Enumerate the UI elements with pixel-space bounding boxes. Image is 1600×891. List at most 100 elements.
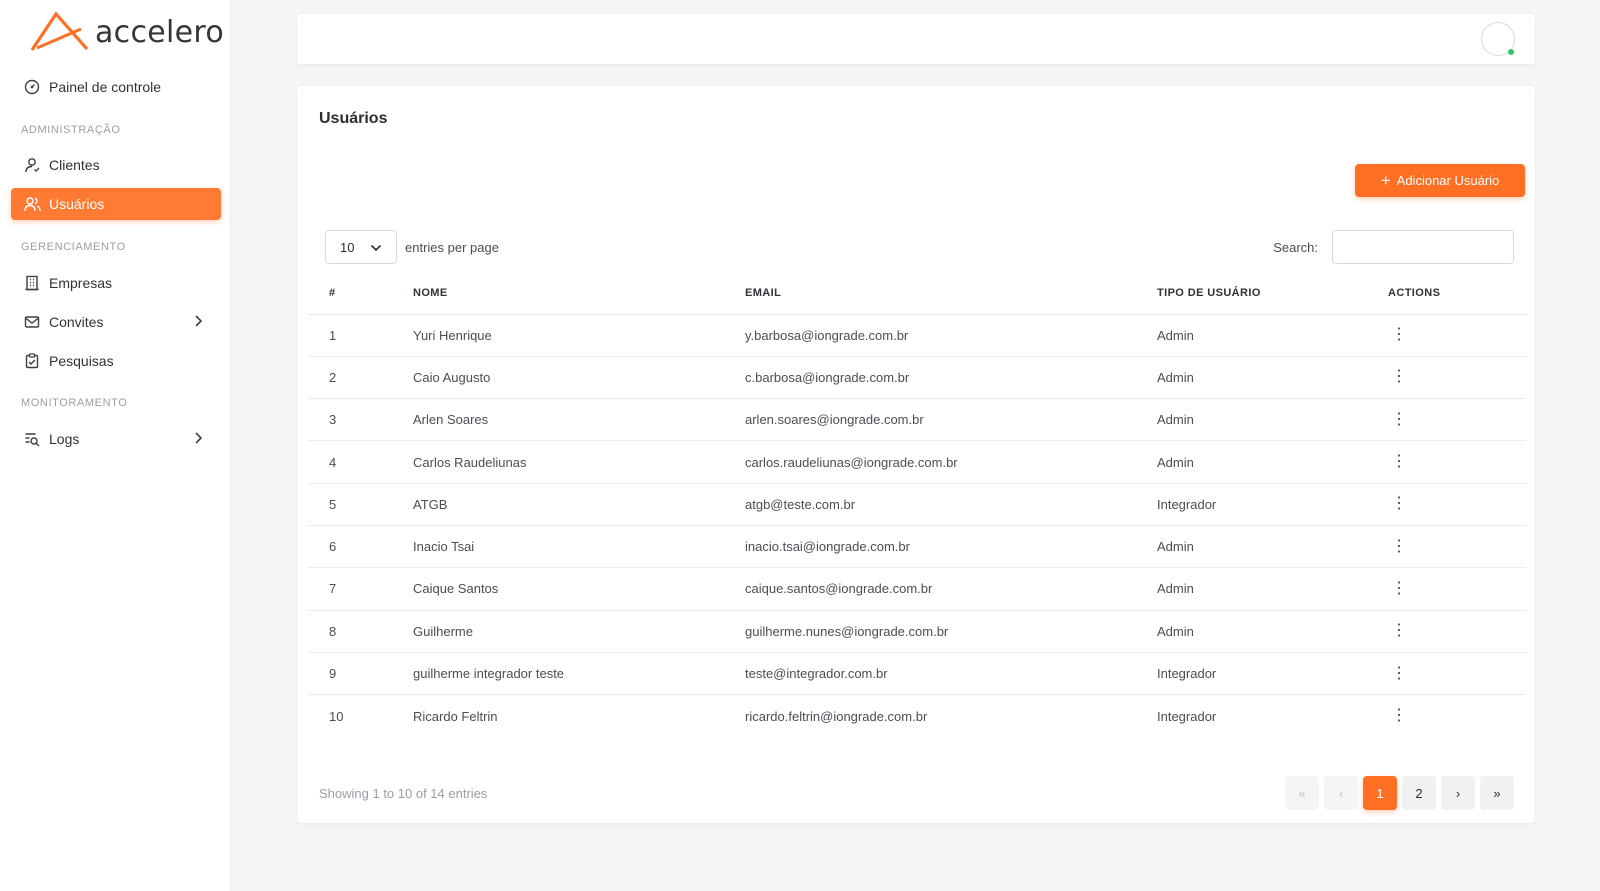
cell-actions: ⋮ bbox=[1388, 652, 1526, 696]
sidebar-item-usuarios[interactable]: Usuários bbox=[11, 188, 221, 220]
cell-actions: ⋮ bbox=[1388, 483, 1526, 526]
sidebar-item-clientes[interactable]: Clientes bbox=[11, 149, 221, 181]
sidebar-item-convites[interactable]: Convites bbox=[11, 306, 221, 338]
prev-page-button[interactable]: ‹ bbox=[1324, 776, 1358, 810]
sidebar-item-logs[interactable]: Logs bbox=[11, 423, 221, 455]
chevron-down-icon bbox=[370, 240, 382, 255]
cell-actions: ⋮ bbox=[1388, 356, 1526, 400]
cell-name: Carlos Raudeliunas bbox=[413, 440, 745, 484]
users-table: # NOME EMAIL TIPO DE USUÁRIO ACTIONS 1 Y… bbox=[308, 287, 1526, 737]
clipboard-check-icon bbox=[23, 352, 41, 370]
next-page-button[interactable]: › bbox=[1441, 776, 1475, 810]
cell-actions: ⋮ bbox=[1388, 314, 1526, 357]
sidebar-item-label: Empresas bbox=[49, 275, 113, 291]
more-vertical-icon[interactable]: ⋮ bbox=[1389, 454, 1409, 470]
more-vertical-icon[interactable]: ⋮ bbox=[1389, 538, 1409, 555]
cell-id: 2 bbox=[308, 356, 413, 400]
log-search-icon bbox=[23, 430, 41, 448]
chevron-right-icon bbox=[193, 431, 203, 448]
table-row: 4 Carlos Raudeliunas carlos.raudeliunas@… bbox=[308, 440, 1526, 484]
cell-email: atgb@teste.com.br bbox=[745, 483, 1157, 526]
cell-type: Integrador bbox=[1157, 483, 1388, 526]
column-header-email[interactable]: EMAIL bbox=[745, 287, 1157, 315]
table-row: 1 Yuri Henrique y.barbosa@iongrade.com.b… bbox=[308, 314, 1526, 357]
table-row: 5 ATGB atgb@teste.com.br Integrador ⋮ bbox=[308, 483, 1526, 526]
cell-id: 9 bbox=[308, 652, 413, 696]
users-card: Usuários + Adicionar Usuário 10 entries … bbox=[297, 86, 1535, 823]
sidebar-item-dashboard[interactable]: Painel de controle bbox=[11, 71, 221, 103]
sidebar-item-label: Painel de controle bbox=[49, 79, 162, 95]
avatar[interactable] bbox=[1479, 22, 1515, 58]
sidebar-item-label: Pesquisas bbox=[49, 353, 114, 369]
table-row: 10 Ricardo Feltrin ricardo.feltrin@iongr… bbox=[308, 695, 1526, 737]
add-user-button[interactable]: + Adicionar Usuário bbox=[1355, 164, 1525, 197]
table-row: 3 Arlen Soares arlen.soares@iongrade.com… bbox=[308, 398, 1526, 442]
logo[interactable]: accelero bbox=[29, 10, 224, 54]
user-icon bbox=[23, 156, 41, 174]
table-header-row: # NOME EMAIL TIPO DE USUÁRIO ACTIONS bbox=[308, 287, 1526, 315]
cell-id: 8 bbox=[308, 610, 413, 653]
cell-id: 10 bbox=[329, 708, 344, 724]
cell-type: Admin bbox=[1157, 567, 1388, 611]
page-button-2[interactable]: 2 bbox=[1402, 776, 1436, 810]
add-user-button-label: Adicionar Usuário bbox=[1396, 173, 1500, 188]
cell-name: Yuri Henrique bbox=[413, 314, 745, 357]
cell-id: 7 bbox=[308, 567, 413, 611]
search-input[interactable] bbox=[1332, 230, 1514, 264]
cell-email: teste@integrador.com.br bbox=[745, 652, 1157, 696]
cell-type: Admin bbox=[1157, 610, 1388, 653]
sidebar-item-empresas[interactable]: Empresas bbox=[11, 267, 221, 299]
cell-actions: ⋮ bbox=[1388, 695, 1526, 737]
last-page-button[interactable]: » bbox=[1480, 776, 1514, 810]
table-row: 8 Guilherme guilherme.nunes@iongrade.com… bbox=[308, 610, 1526, 653]
cell-actions: ⋮ bbox=[1388, 567, 1526, 611]
cell-id: 5 bbox=[308, 483, 413, 526]
mail-icon bbox=[23, 313, 41, 331]
accelero-logo-icon bbox=[30, 11, 89, 51]
cell-type: Admin bbox=[1157, 398, 1388, 442]
users-icon bbox=[23, 195, 41, 213]
sidebar-item-pesquisas[interactable]: Pesquisas bbox=[11, 345, 221, 377]
cell-actions: ⋮ bbox=[1388, 440, 1526, 484]
cell-email: ricardo.feltrin@iongrade.com.br bbox=[745, 708, 928, 724]
cell-id: 1 bbox=[308, 314, 413, 357]
more-vertical-icon[interactable]: ⋮ bbox=[1389, 327, 1409, 343]
entries-info: Showing 1 to 10 of 14 entries bbox=[319, 786, 488, 801]
column-header-nome[interactable]: NOME bbox=[413, 287, 745, 315]
cell-name: ATGB bbox=[413, 483, 745, 526]
more-vertical-icon[interactable]: ⋮ bbox=[1389, 580, 1409, 597]
column-header-id[interactable]: # bbox=[308, 287, 413, 315]
search-label: Search: bbox=[1273, 239, 1318, 255]
cell-id: 6 bbox=[308, 525, 413, 569]
cell-email: inacio.tsai@iongrade.com.br bbox=[745, 525, 1157, 569]
more-vertical-icon[interactable]: ⋮ bbox=[1389, 708, 1409, 724]
more-vertical-icon[interactable]: ⋮ bbox=[1389, 369, 1409, 385]
section-label-monitoramento: MONITORAMENTO bbox=[21, 397, 128, 409]
entries-per-page: 10 entries per page bbox=[325, 230, 499, 264]
more-vertical-icon[interactable]: ⋮ bbox=[1389, 665, 1409, 682]
logo-text: accelero bbox=[95, 14, 225, 50]
cell-actions: ⋮ bbox=[1388, 398, 1526, 442]
more-vertical-icon[interactable]: ⋮ bbox=[1389, 411, 1409, 428]
cell-type: Admin bbox=[1157, 525, 1388, 569]
first-page-button[interactable]: « bbox=[1285, 776, 1319, 810]
search: Search: bbox=[1273, 230, 1514, 264]
cell-name: Caio Augusto bbox=[413, 356, 745, 400]
chevron-right-icon bbox=[193, 314, 203, 331]
cell-actions: ⋮ bbox=[1388, 610, 1526, 653]
cell-name: Caique Santos bbox=[413, 567, 745, 611]
entries-per-page-select[interactable]: 10 bbox=[325, 230, 397, 264]
cell-email: caique.santos@iongrade.com.br bbox=[745, 567, 1157, 611]
page-button-1[interactable]: 1 bbox=[1363, 776, 1397, 810]
more-vertical-icon[interactable]: ⋮ bbox=[1389, 623, 1409, 639]
cell-type: Integrador bbox=[1157, 708, 1217, 724]
cell-email: carlos.raudeliunas@iongrade.com.br bbox=[745, 440, 1157, 484]
pagination: « ‹ 1 2 › » bbox=[1280, 776, 1514, 810]
page-title: Usuários bbox=[319, 110, 388, 127]
table-row: 6 Inacio Tsai inacio.tsai@iongrade.com.b… bbox=[308, 525, 1526, 569]
cell-actions: ⋮ bbox=[1388, 525, 1526, 569]
cell-type: Integrador bbox=[1157, 652, 1388, 696]
online-status-dot bbox=[1507, 48, 1515, 56]
column-header-tipo[interactable]: TIPO DE USUÁRIO bbox=[1157, 287, 1388, 315]
more-vertical-icon[interactable]: ⋮ bbox=[1389, 496, 1409, 512]
